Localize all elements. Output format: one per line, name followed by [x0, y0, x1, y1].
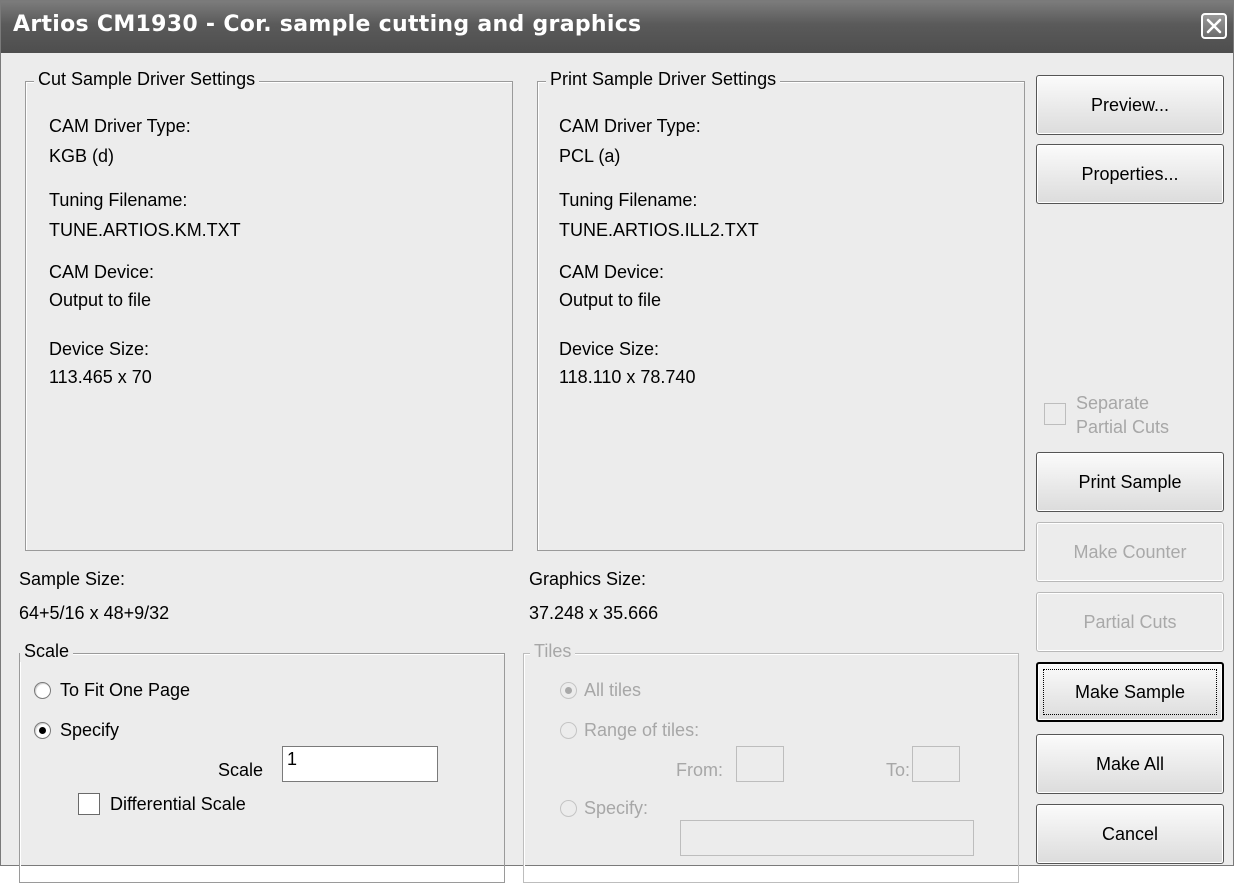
cut-device-value: Output to file	[49, 290, 152, 310]
cut-driver-type-value: KGB (d)	[49, 146, 115, 166]
window-title: Artios CM1930 - Cor. sample cutting and …	[13, 12, 642, 37]
print-group-legend: Print Sample Driver Settings	[546, 69, 781, 90]
cut-sample-driver-settings-group: Cut Sample Driver Settings CAM Driver Ty…	[25, 69, 513, 551]
sample-size-value: 64+5/16 x 48+9/32	[19, 603, 170, 623]
cut-tuning-value: TUNE.ARTIOS.KM.TXT	[49, 220, 241, 240]
cut-device-label: CAM Device:	[49, 262, 155, 282]
make-all-button[interactable]: Make All	[1036, 734, 1224, 794]
differential-scale-label[interactable]: Differential Scale	[110, 794, 246, 815]
print-sample-driver-settings-group: Print Sample Driver Settings CAM Driver …	[537, 69, 1025, 551]
print-sample-button[interactable]: Print Sample	[1036, 452, 1224, 512]
properties-button[interactable]: Properties...	[1036, 144, 1224, 204]
scale-group: Scale To Fit One Page Specify Scale 1 Di…	[19, 641, 505, 883]
print-tuning-label: Tuning Filename:	[559, 190, 698, 210]
to-label: To:	[886, 760, 911, 780]
close-button[interactable]	[1201, 13, 1227, 39]
specify-tiles-radio[interactable]	[560, 800, 577, 817]
graphics-size-label: Graphics Size:	[529, 569, 647, 589]
focus-rectangle	[1043, 669, 1217, 715]
make-counter-button[interactable]: Make Counter	[1036, 522, 1224, 582]
cut-device-size-value: 113.465 x 70	[49, 367, 152, 387]
specify-tiles-input[interactable]	[680, 820, 974, 856]
to-fit-one-page-radio[interactable]	[34, 682, 51, 699]
cut-device-size-label: Device Size:	[49, 339, 150, 359]
specify-label[interactable]: Specify	[60, 720, 119, 741]
to-input[interactable]	[912, 746, 960, 782]
print-driver-type-value: PCL (a)	[559, 146, 621, 166]
close-icon	[1206, 18, 1222, 34]
separate-partial-cuts-line2: Partial Cuts	[1076, 417, 1170, 437]
preview-button[interactable]: Preview...	[1036, 75, 1224, 135]
scale-group-legend: Scale	[20, 641, 74, 662]
print-tuning-value: TUNE.ARTIOS.ILL2.TXT	[559, 220, 759, 240]
cancel-button[interactable]: Cancel	[1036, 804, 1224, 864]
from-label: From:	[676, 760, 723, 780]
title-bar[interactable]: Artios CM1930 - Cor. sample cutting and …	[1, 1, 1233, 53]
range-of-tiles-radio[interactable]	[560, 722, 577, 739]
print-device-label: CAM Device:	[559, 262, 665, 282]
cut-tuning-label: Tuning Filename:	[49, 190, 188, 210]
specify-tiles-label[interactable]: Specify:	[584, 798, 648, 819]
cut-group-legend: Cut Sample Driver Settings	[34, 69, 260, 90]
graphics-size-value: 37.248 x 35.666	[529, 603, 659, 623]
cut-driver-type-label: CAM Driver Type:	[49, 116, 191, 136]
tiles-group: Tiles All tiles Range of tiles: From: To…	[523, 641, 1019, 883]
all-tiles-radio[interactable]	[560, 682, 577, 699]
partial-cuts-button[interactable]: Partial Cuts	[1036, 592, 1224, 652]
print-driver-type-label: CAM Driver Type:	[559, 116, 701, 136]
range-of-tiles-label[interactable]: Range of tiles:	[584, 720, 699, 741]
tiles-group-legend: Tiles	[530, 641, 576, 662]
dialog-window: Artios CM1930 - Cor. sample cutting and …	[0, 0, 1234, 883]
print-device-size-value: 118.110 x 78.740	[559, 367, 696, 387]
differential-scale-checkbox[interactable]	[78, 793, 100, 815]
all-tiles-label[interactable]: All tiles	[584, 680, 641, 701]
separate-partial-cuts-checkbox[interactable]	[1044, 403, 1066, 425]
specify-radio[interactable]	[34, 722, 51, 739]
scale-field-label: Scale	[218, 760, 264, 780]
print-device-value: Output to file	[559, 290, 662, 310]
scale-input[interactable]: 1	[282, 746, 438, 782]
make-sample-button[interactable]: Make Sample	[1036, 662, 1224, 722]
separate-partial-cuts-line1: Separate	[1076, 393, 1150, 413]
to-fit-one-page-label[interactable]: To Fit One Page	[60, 680, 190, 701]
separate-partial-cuts-label[interactable]: Separate Partial Cuts	[1076, 391, 1169, 439]
print-device-size-label: Device Size:	[559, 339, 660, 359]
sample-size-label: Sample Size:	[19, 569, 126, 589]
from-input[interactable]	[736, 746, 784, 782]
